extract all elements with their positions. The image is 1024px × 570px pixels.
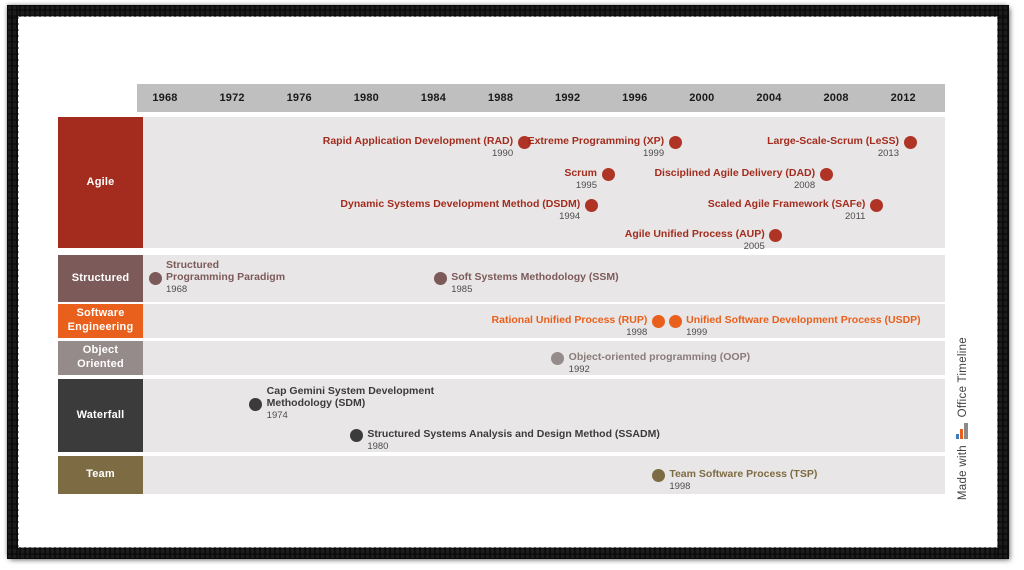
- product-name-label: Office Timeline: [957, 336, 969, 417]
- milestone-dot-icon[interactable]: [869, 198, 883, 212]
- milestone-dot-icon[interactable]: [584, 198, 598, 212]
- axis-tick-1992: 1992: [555, 92, 581, 104]
- axis-tick-2008: 2008: [823, 92, 849, 104]
- swimlane-label-text: Software Engineering: [67, 307, 134, 333]
- milestone-label: Dynamic Systems Development Method (DSDM…: [340, 198, 581, 210]
- milestone-year: 2013: [877, 148, 899, 159]
- axis-tick-1976: 1976: [286, 92, 312, 104]
- axis-tick-1968: 1968: [152, 92, 178, 104]
- milestone-year: 2008: [793, 180, 816, 191]
- milestone-year: 1998: [669, 481, 691, 492]
- swimlane-label-text: Agile: [86, 175, 115, 188]
- milestone-label: Disciplined Agile Delivery (DAD): [654, 167, 816, 179]
- swimlane-label-agile[interactable]: Agile: [58, 117, 143, 248]
- milestone-dot-icon[interactable]: [668, 135, 682, 149]
- milestone-label: Scaled Agile Framework (SAFe): [707, 198, 866, 210]
- milestone-label: Rational Unified Process (RUP): [491, 314, 648, 326]
- milestone-year: 1985: [451, 284, 473, 295]
- milestone-dot-icon[interactable]: [349, 428, 363, 442]
- milestone-dot-icon[interactable]: [769, 228, 783, 242]
- office-timeline-branding: Made with Office Timeline: [952, 300, 974, 500]
- milestone-year: 1995: [575, 180, 597, 191]
- milestone-dot-icon[interactable]: [551, 351, 565, 365]
- axis-tick-2000: 2000: [689, 92, 715, 104]
- axis-tick-2012: 2012: [890, 92, 916, 104]
- milestone-label: Soft Systems Methodology (SSM): [451, 271, 619, 283]
- made-with-label: Made with: [957, 444, 969, 500]
- swimlane-label-team[interactable]: Team: [58, 456, 143, 494]
- milestone-dot-icon[interactable]: [819, 167, 833, 181]
- milestone-year: 1974: [266, 410, 288, 421]
- axis-tick-1988: 1988: [487, 92, 514, 104]
- axis-tick-2004: 2004: [756, 92, 782, 104]
- axis-tick-1972: 1972: [219, 92, 245, 104]
- milestone-dot-icon[interactable]: [651, 468, 665, 482]
- milestone-label: Structured Systems Analysis and Design M…: [367, 428, 660, 440]
- milestone-dot-icon[interactable]: [651, 314, 665, 328]
- swimlane-band-waterfall: [137, 379, 945, 452]
- swimlane-label-text: Waterfall: [76, 408, 125, 421]
- milestone-year: 1992: [568, 364, 590, 375]
- milestone-label: Rapid Application Development (RAD): [322, 135, 514, 147]
- axis-tick-1996: 1996: [622, 92, 648, 104]
- milestone-label: Structured Programming Paradigm: [166, 258, 286, 284]
- milestone-dot-icon[interactable]: [433, 271, 447, 285]
- swimlane-band-object-oriented: [137, 341, 945, 375]
- milestone-dot-icon[interactable]: [668, 314, 682, 328]
- swimlane-label-text: Team: [86, 468, 115, 481]
- milestone-year: 1980: [367, 441, 389, 452]
- milestone-label: Object-oriented programming (OOP): [568, 351, 751, 363]
- axis-tick-1980: 1980: [353, 92, 379, 104]
- swimlane-label-waterfall[interactable]: Waterfall: [58, 379, 143, 452]
- milestone-year: 1999: [686, 327, 708, 338]
- milestone-label: Team Software Process (TSP): [669, 468, 818, 480]
- milestone-label: Cap Gemini System Development Methodology…: [266, 384, 435, 410]
- swimlane-label-object-oriented[interactable]: Object Oriented: [58, 341, 143, 375]
- milestone-dot-icon[interactable]: [601, 167, 615, 181]
- milestone-label: Extreme Programming (XP): [527, 135, 665, 147]
- swimlane-label-software-engineering[interactable]: Software Engineering: [58, 304, 143, 338]
- time-axis: 1968 1972 1976 1980 1984 1988 1992 1996 2000 2004…: [137, 84, 945, 112]
- milestone-label: Agile Unified Process (AUP): [624, 228, 765, 240]
- office-timeline-bars-icon: [955, 422, 971, 439]
- swimlane-label-structured[interactable]: Structured: [58, 255, 143, 302]
- milestone-year: 1968: [166, 284, 188, 295]
- milestone-year: 1999: [642, 148, 665, 159]
- milestone-year: 1990: [491, 148, 514, 159]
- milestone-dot-icon[interactable]: [249, 397, 263, 411]
- swimlane-label-text: Structured: [71, 271, 130, 284]
- milestone-year: 1998: [626, 327, 648, 338]
- axis-tick-1984: 1984: [420, 92, 447, 104]
- milestone-dot-icon[interactable]: [148, 271, 162, 285]
- milestone-dot-icon[interactable]: [903, 135, 917, 149]
- milestone-label: Unified Software Development Process (US…: [686, 314, 921, 326]
- milestone-label: Large-Scale-Scrum (LeSS): [767, 135, 899, 147]
- timeline-canvas: 1968 1972 1976 1980 1984 1988 1992 1996 2000 2004…: [0, 0, 1024, 570]
- milestone-year: 1994: [559, 211, 581, 222]
- milestone-label: Scrum: [564, 167, 597, 179]
- milestone-year: 2005: [743, 241, 765, 252]
- swimlane-band-team: [137, 456, 945, 494]
- swimlane-label-text: Object Oriented: [77, 344, 124, 370]
- milestone-year: 2011: [845, 211, 866, 222]
